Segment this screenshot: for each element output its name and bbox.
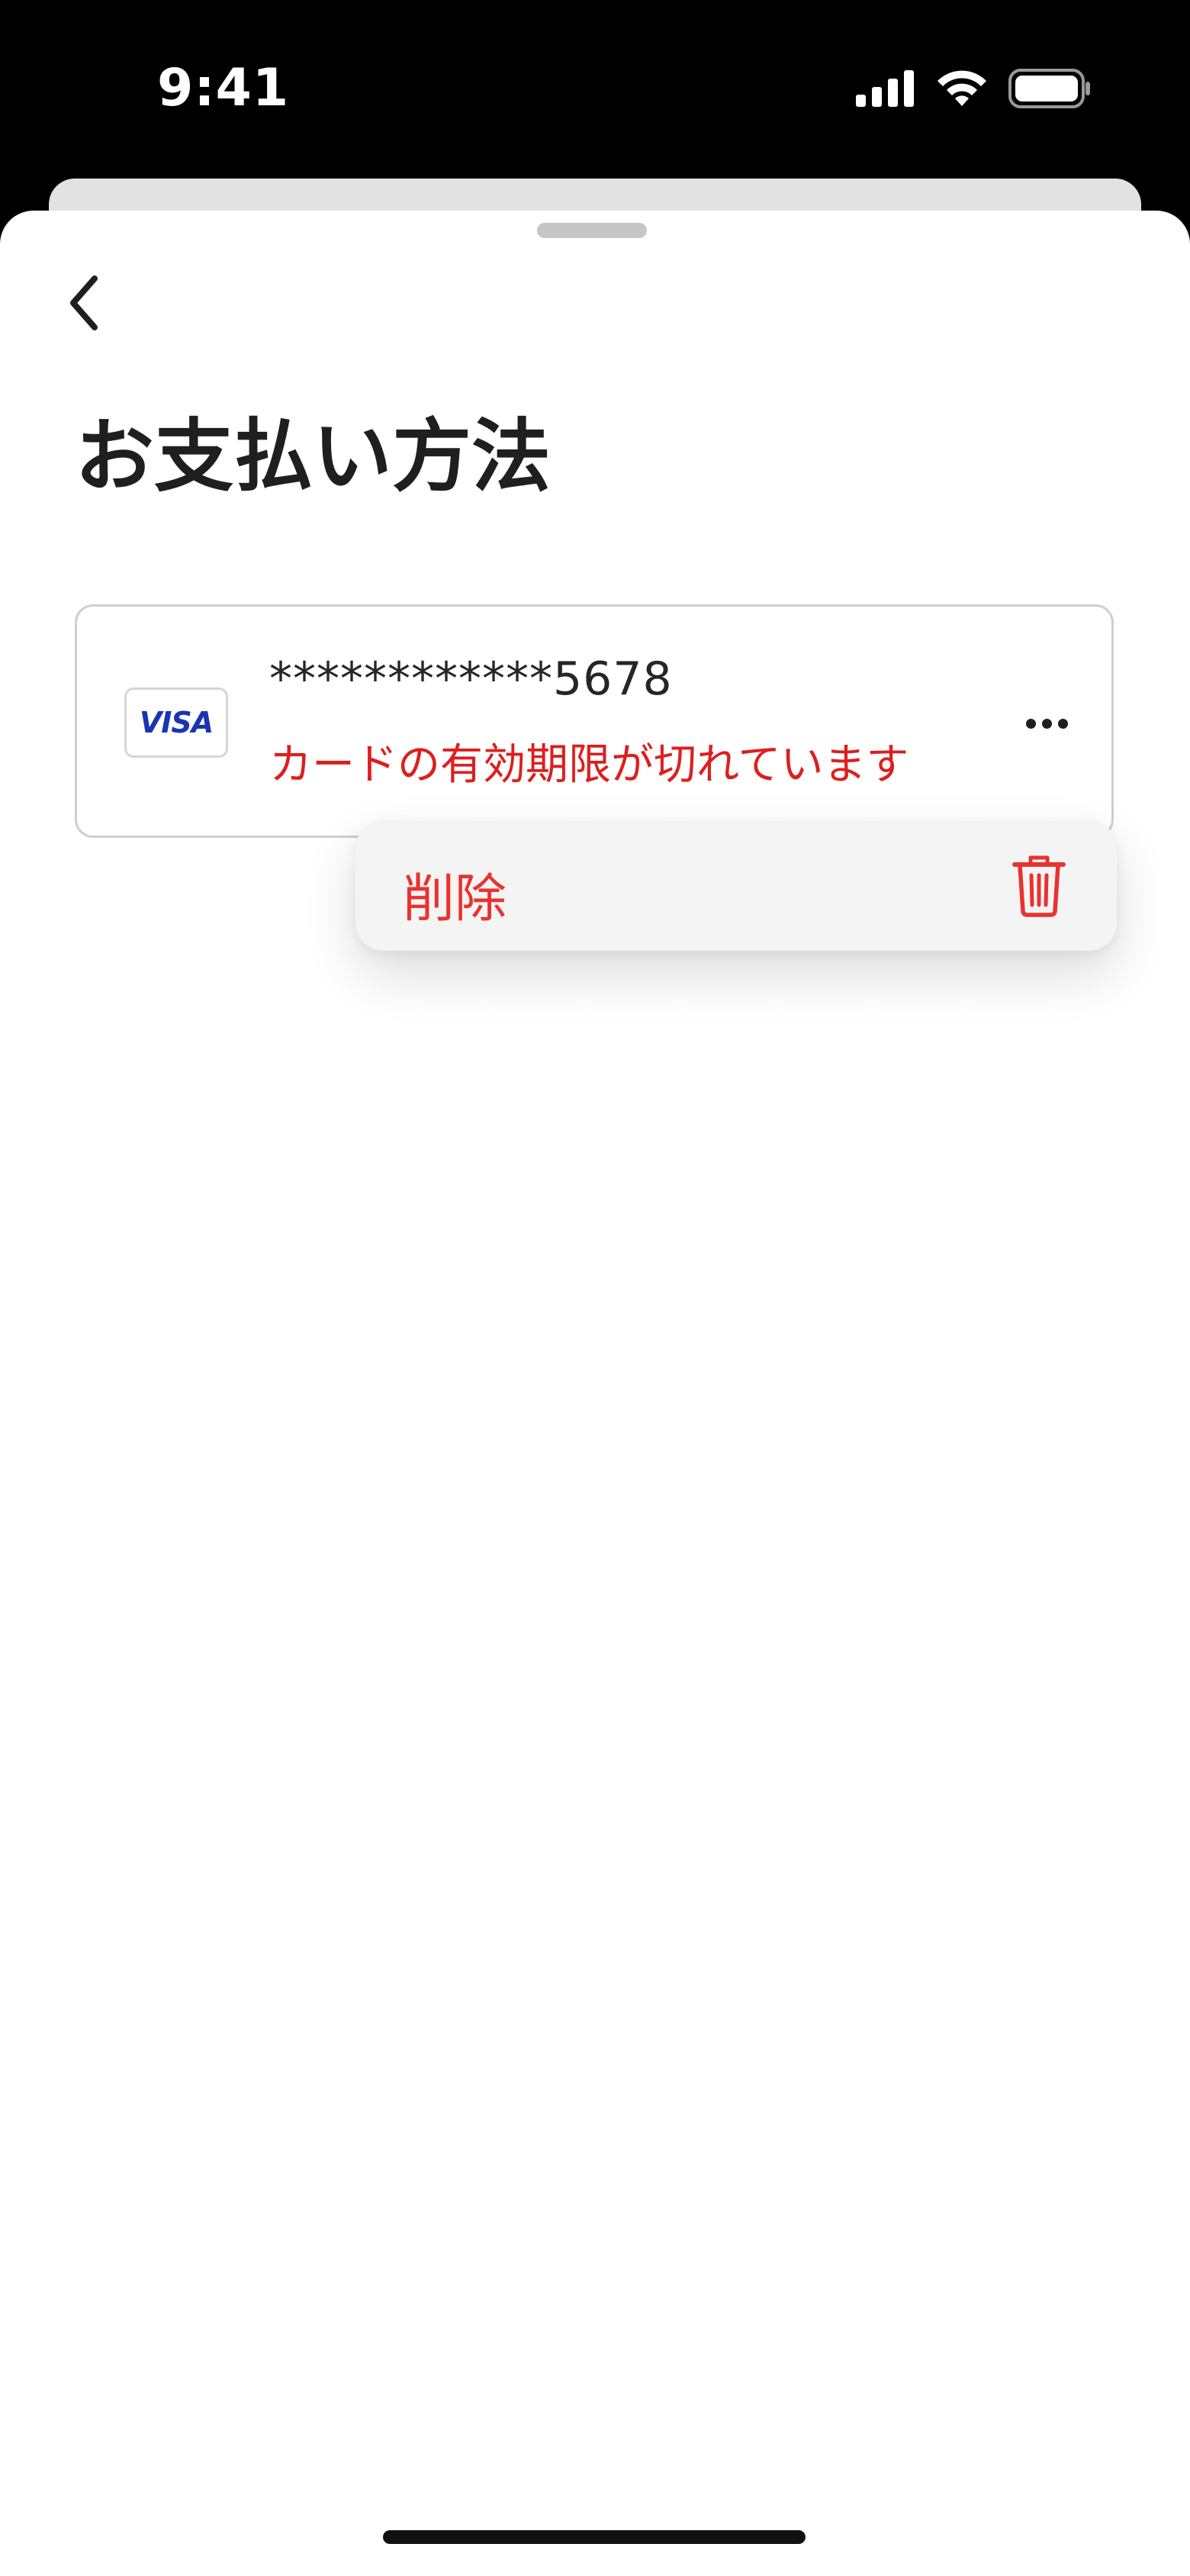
app-screen: 9:41 お支払い方法 VISA ************5678 カードの有効… [0,0,1190,2576]
wifi-icon [938,70,986,106]
card-brand-label: VISA [139,706,214,739]
home-indicator [383,2530,806,2544]
ellipsis-dot [1041,718,1052,729]
sheet-grabber[interactable] [537,223,647,238]
visa-logo: VISA [124,687,228,758]
payment-methods-sheet: お支払い方法 VISA ************5678 カードの有効期限が切れ… [0,211,1190,2576]
cellular-signal-icon [856,70,914,107]
more-options-button[interactable] [1012,689,1081,758]
payment-card-item[interactable]: VISA ************5678 カードの有効期限が切れています [75,604,1114,838]
delete-menu-item[interactable]: 削除 [355,821,1117,951]
trash-icon [1012,855,1066,917]
page-title: お支払い方法 [75,410,552,503]
back-button[interactable] [50,261,119,345]
status-icons [856,66,1091,111]
card-expired-error: カードの有効期限が切れています [269,740,909,790]
ellipsis-dot [1057,718,1068,729]
battery-icon [1008,69,1090,108]
ellipsis-icon [1025,718,1036,729]
chevron-left-icon [70,275,98,330]
delete-label: 削除 [403,869,507,929]
status-time: 9:41 [157,58,290,118]
card-context-menu: 削除 [355,821,1117,951]
masked-card-number: ************5678 [269,652,673,706]
